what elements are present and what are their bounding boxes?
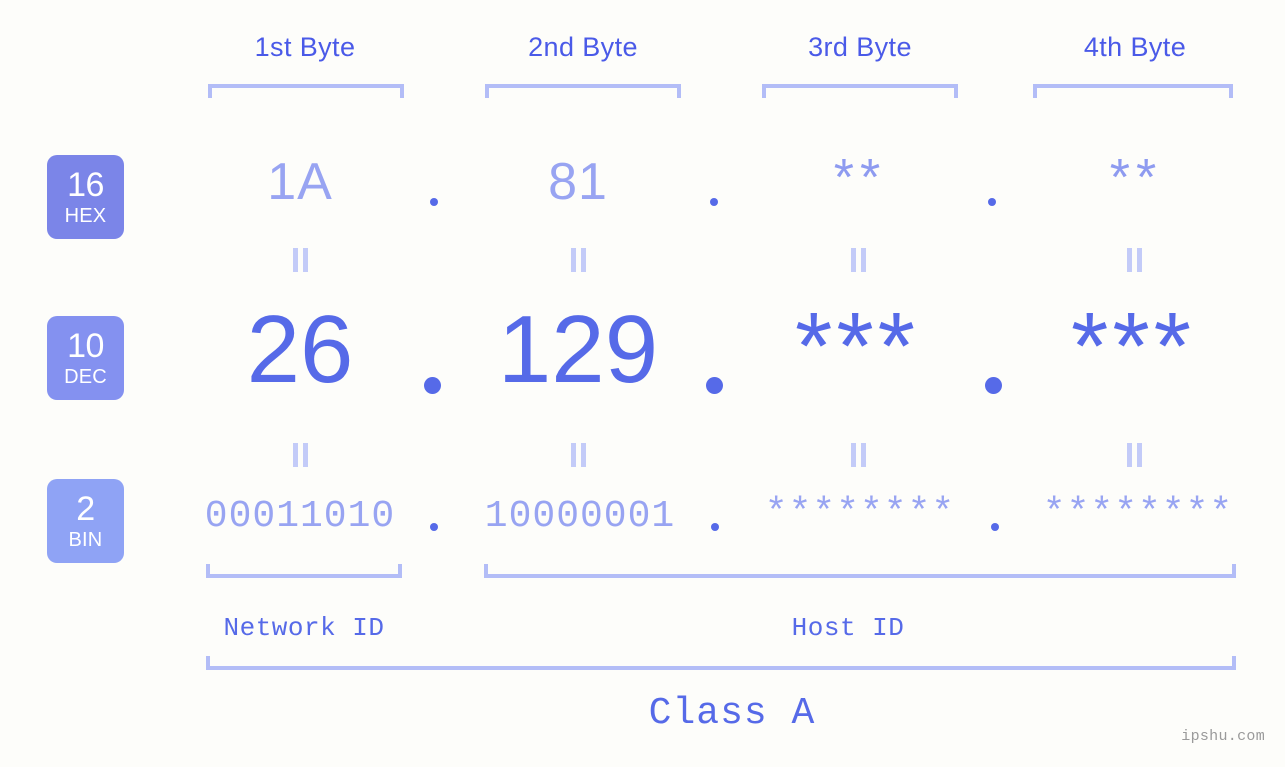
hex-byte-3: ** <box>833 149 887 207</box>
equals-mark-hex-dec-1 <box>290 248 312 272</box>
hex-dot-1 <box>430 198 438 206</box>
bin-byte-1: 00011010 <box>204 495 396 538</box>
hex-dot-3 <box>988 198 996 206</box>
host-id-bracket <box>484 564 1236 578</box>
network-id-bracket <box>206 564 402 578</box>
hex-byte-4: ** <box>1109 149 1163 207</box>
ip-address-breakdown-diagram: 1st Byte 2nd Byte 3rd Byte 4th Byte 16 H… <box>0 0 1285 767</box>
bin-byte-2: 10000001 <box>484 495 676 538</box>
equals-mark-dec-bin-1 <box>290 443 312 467</box>
byte-header-label-2: 2nd Byte <box>528 32 638 62</box>
byte-bracket-2 <box>485 84 681 98</box>
byte-bracket-3 <box>762 84 958 98</box>
base-badge-hex-number: 16 <box>67 166 104 204</box>
dec-dot-2 <box>706 377 723 394</box>
base-badge-bin-name: BIN <box>68 529 103 551</box>
site-watermark: ipshu.com <box>1181 728 1265 745</box>
hex-dot-2 <box>710 198 718 206</box>
byte-header-label-3: 3rd Byte <box>808 32 912 62</box>
bin-dot-2 <box>711 523 719 531</box>
equals-mark-dec-bin-3 <box>848 443 870 467</box>
base-badge-hex-name: HEX <box>64 205 107 227</box>
dec-byte-3: *** <box>794 293 920 400</box>
base-badge-dec-number: 10 <box>67 327 104 365</box>
byte-header-label-1: 1st Byte <box>254 32 356 62</box>
class-bracket <box>206 656 1236 670</box>
base-badge-bin-number: 2 <box>76 490 95 528</box>
equals-mark-dec-bin-4 <box>1124 443 1146 467</box>
base-badge-dec: 10 DEC <box>47 316 124 400</box>
byte-bracket-4 <box>1033 84 1233 98</box>
dec-byte-4: *** <box>1070 293 1196 400</box>
equals-mark-hex-dec-3 <box>848 248 870 272</box>
host-id-label: Host ID <box>791 613 905 643</box>
hex-byte-1: 1A <box>267 153 333 211</box>
bin-byte-4: ******** <box>1042 492 1234 535</box>
equals-mark-hex-dec-4 <box>1124 248 1146 272</box>
dec-byte-1: 26 <box>246 296 354 403</box>
equals-mark-dec-bin-2 <box>568 443 590 467</box>
base-badge-dec-name: DEC <box>64 366 107 388</box>
bin-dot-3 <box>991 523 999 531</box>
dec-dot-1 <box>424 377 441 394</box>
bin-dot-1 <box>430 523 438 531</box>
byte-header-label-4: 4th Byte <box>1083 32 1187 62</box>
class-label: Class A <box>648 692 816 735</box>
bin-byte-3: ******** <box>764 492 956 535</box>
base-badge-hex: 16 HEX <box>47 155 124 239</box>
network-id-label: Network ID <box>223 613 385 643</box>
dec-dot-3 <box>985 377 1002 394</box>
equals-mark-hex-dec-2 <box>568 248 590 272</box>
base-badge-bin: 2 BIN <box>47 479 124 563</box>
hex-byte-2: 81 <box>548 153 608 211</box>
byte-bracket-1 <box>208 84 404 98</box>
dec-byte-2: 129 <box>497 296 659 403</box>
